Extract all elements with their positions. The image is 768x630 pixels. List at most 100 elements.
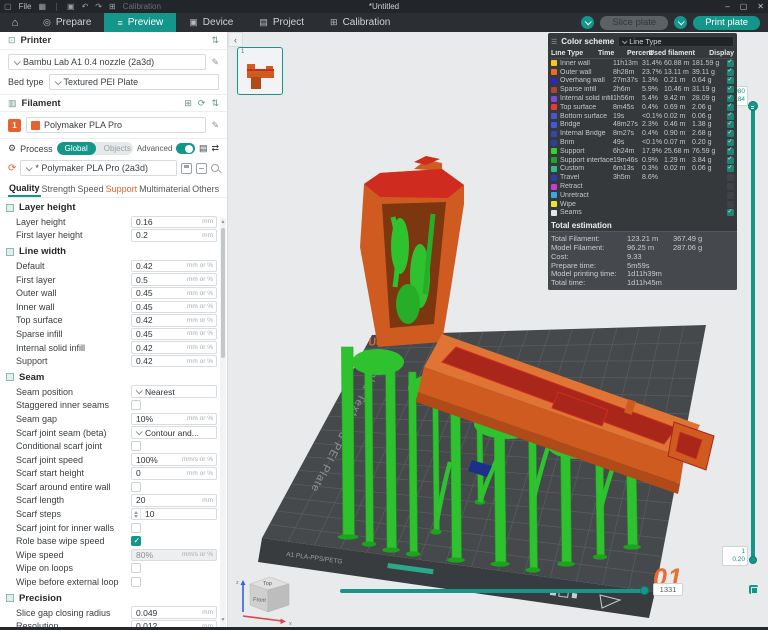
workspace-icon[interactable]: ▦ [38, 2, 46, 11]
setting-input[interactable]: 0.012mm [131, 620, 217, 627]
setting-checkbox[interactable] [131, 400, 141, 410]
minimize-button[interactable]: – [725, 2, 729, 11]
main-tab[interactable]: ◎ Prepare [30, 13, 104, 32]
printer-select[interactable]: Bambu Lab A1 0.4 nozzle (2a3d) [8, 54, 206, 70]
printer-edit-icon[interactable]: ✎ [211, 57, 219, 68]
process-sync-icon[interactable]: ⇄ [211, 143, 219, 154]
display-checkbox[interactable] [727, 209, 734, 216]
printer-settings-icon[interactable]: ⇅ [211, 35, 219, 46]
home-icon[interactable]: ⌂ [0, 13, 30, 32]
search-preset-icon[interactable] [211, 164, 219, 172]
layer-slider-top-handle[interactable] [748, 101, 758, 111]
setting-input[interactable]: 0.42mm or % [131, 355, 217, 368]
settings-scrollbar[interactable]: ▲ ▼ [220, 218, 226, 627]
setting-input[interactable]: 10%mm or % [131, 413, 217, 426]
display-checkbox[interactable] [727, 183, 734, 190]
setting-input[interactable]: 0.45mm or % [131, 301, 217, 314]
scroll-down-icon[interactable]: ▼ [220, 617, 226, 623]
scroll-up-icon[interactable]: ▲ [220, 219, 226, 225]
setting-checkbox[interactable] [131, 523, 141, 533]
slice-options-chevron-icon[interactable] [581, 16, 594, 29]
file-icon[interactable]: ▢ [4, 2, 12, 11]
main-tab[interactable]: ⊞ Calibration [317, 13, 403, 32]
setting-input[interactable]: 0.049mm [131, 606, 217, 619]
display-checkbox[interactable] [727, 130, 734, 137]
close-button[interactable]: ✕ [757, 2, 764, 11]
setting-input[interactable]: 0.45mm or % [131, 328, 217, 341]
process-tab[interactable]: Quality [8, 181, 41, 197]
file-menu[interactable]: File [19, 2, 32, 11]
calibration-menu[interactable]: Calibration [123, 2, 161, 11]
cube-top-label[interactable]: Top [263, 581, 272, 587]
setting-select[interactable]: Nearest [131, 385, 217, 398]
redo-icon[interactable]: ↷ [95, 2, 102, 11]
slice-plate-button[interactable]: Slice plate [600, 16, 668, 30]
setting-checkbox[interactable] [131, 536, 141, 546]
add-filament-icon[interactable]: ⊞ [184, 98, 192, 109]
save-preset-icon[interactable] [181, 163, 192, 174]
step-slider-track[interactable] [340, 589, 646, 593]
print-plate-button[interactable]: Print plate [693, 16, 760, 30]
process-tab[interactable]: Strength [41, 182, 77, 196]
filament-settings-icon[interactable]: ⇅ [211, 98, 219, 109]
bed-type-select[interactable]: Textured PEI Plate [49, 74, 219, 90]
delete-preset-icon[interactable] [196, 163, 207, 174]
slider-mode-icon[interactable] [749, 585, 758, 594]
section-header-seam[interactable]: Seam [0, 370, 227, 385]
setting-input[interactable]: 0mm or % [131, 467, 217, 480]
display-checkbox[interactable] [727, 192, 734, 199]
maximize-button[interactable]: ▢ [740, 2, 748, 11]
calibration-menu-icon[interactable]: ⊞ [109, 2, 116, 11]
display-checkbox[interactable] [727, 86, 734, 93]
process-tab[interactable]: Multimaterial [138, 182, 191, 196]
filament-slot-badge[interactable]: 1 [8, 119, 21, 132]
undo-icon[interactable]: ↶ [82, 2, 89, 11]
setting-checkbox[interactable] [131, 563, 141, 573]
plate-thumbnail[interactable]: 1 [237, 47, 283, 95]
setting-checkbox[interactable] [131, 577, 141, 587]
color-scheme-select[interactable]: Line Type [618, 36, 734, 47]
setting-input[interactable]: 0.42mm or % [131, 341, 217, 354]
setting-input[interactable]: 100%mm/s or % [131, 453, 217, 466]
display-checkbox[interactable] [727, 113, 734, 120]
scrollbar-thumb[interactable] [221, 228, 225, 358]
setting-input[interactable]: 0.42mm or % [131, 314, 217, 327]
filament-select[interactable]: Polymaker PLA Pro [26, 117, 206, 133]
layer-slider-bottom-handle[interactable] [749, 556, 757, 564]
display-checkbox[interactable] [727, 121, 734, 128]
scope-global[interactable]: Global [57, 142, 96, 155]
layer-slider-track[interactable] [751, 105, 755, 560]
legend-collapse-icon[interactable]: ☰ [551, 38, 557, 46]
setting-input[interactable]: 20mm [131, 494, 217, 507]
setting-checkbox[interactable] [131, 441, 141, 451]
display-checkbox[interactable] [727, 60, 734, 67]
process-tab[interactable]: Support [105, 182, 139, 196]
display-checkbox[interactable] [727, 104, 734, 111]
process-tab[interactable]: Speed [77, 182, 105, 196]
3d-viewport[interactable]: A1 PLA-PPS/PETG Bambu Textured PEI Plate… [228, 32, 768, 627]
process-tab[interactable]: Others [191, 182, 220, 196]
display-checkbox[interactable] [727, 174, 734, 181]
setting-select[interactable]: Contour and... [131, 426, 217, 439]
section-header-layer-height[interactable]: Layer height [0, 200, 227, 215]
step-slider-handle[interactable] [640, 586, 649, 595]
display-checkbox[interactable] [727, 201, 734, 208]
save-icon[interactable]: ▣ [67, 2, 75, 11]
setting-input[interactable]: 0.42mm or % [131, 260, 217, 273]
setting-checkbox[interactable] [131, 482, 141, 492]
display-checkbox[interactable] [727, 157, 734, 164]
display-checkbox[interactable] [727, 139, 734, 146]
display-checkbox[interactable] [727, 77, 734, 84]
setting-input[interactable]: 80%mm/s or % [131, 549, 217, 562]
display-checkbox[interactable] [727, 165, 734, 172]
filament-edit-icon[interactable]: ✎ [211, 120, 219, 131]
setting-spinner[interactable]: 10 [131, 508, 217, 521]
setting-input[interactable]: 0.16mm [131, 216, 217, 229]
section-header-line-width[interactable]: Line width [0, 244, 227, 259]
print-options-chevron-icon[interactable] [674, 16, 687, 29]
main-tab[interactable]: ▣ Device [176, 13, 246, 32]
advanced-toggle[interactable] [176, 143, 195, 154]
process-preset-select[interactable]: * Polymaker PLA Pro (2a3d) [20, 160, 177, 176]
sync-filament-icon[interactable]: ⟳ [198, 98, 206, 109]
setting-input[interactable]: 0.45mm or % [131, 287, 217, 300]
